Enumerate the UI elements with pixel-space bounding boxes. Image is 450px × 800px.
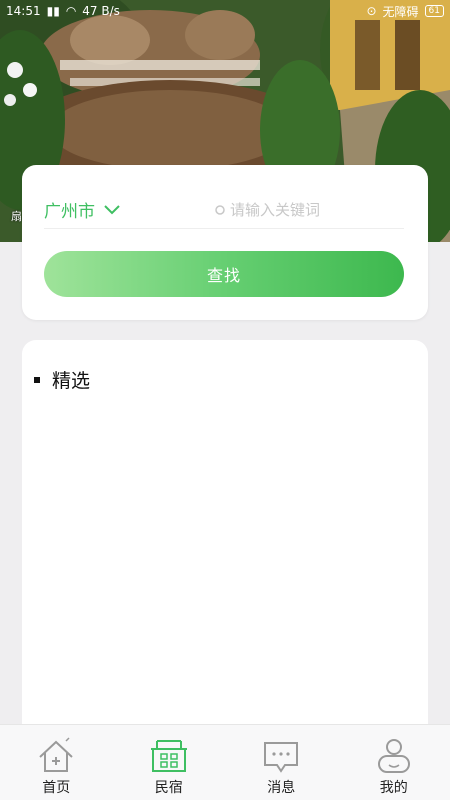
bullet-icon [34, 376, 40, 383]
tab-profile[interactable]: 我的 [338, 725, 450, 797]
status-right-text: 无障碍 [382, 4, 419, 19]
signal-icon: ▮▮ [46, 4, 60, 18]
city-label: 广州市 [44, 202, 95, 222]
city-selector[interactable]: 广州市 [44, 197, 214, 222]
battery-level: 61 [428, 6, 440, 16]
search-button[interactable]: 查找 [44, 251, 404, 297]
status-bar: 14:51 ▮▮ ◠ 47 B/s ⊙ 无障碍 61 [0, 0, 450, 22]
chevron-down-icon [104, 204, 120, 214]
status-right: ⊙ 无障碍 61 [366, 3, 444, 20]
building-icon [150, 740, 187, 772]
message-icon [264, 742, 299, 773]
home-icon [39, 737, 73, 772]
tab-messages-label: 消息 [267, 780, 296, 796]
tab-homestay-label: 民宿 [154, 780, 183, 796]
tab-profile-label: 我的 [379, 780, 408, 796]
search-field[interactable] [214, 200, 380, 219]
network-speed: 47 B/s [82, 4, 120, 18]
tab-home-label: 首页 [42, 780, 71, 796]
wifi-icon: ◠ [65, 4, 77, 18]
user-icon [377, 739, 410, 773]
tab-home[interactable]: 首页 [0, 725, 112, 797]
status-left: 14:51 ▮▮ ◠ 47 B/s [6, 4, 120, 18]
tab-messages[interactable]: 消息 [225, 725, 337, 797]
featured-title: 精选 [52, 370, 91, 392]
featured-header: 精选 [34, 366, 90, 393]
tab-bar: 首页 民宿 消息 我的 [0, 724, 450, 800]
featured-section: 精选 [22, 340, 428, 740]
tab-homestay[interactable]: 民宿 [113, 725, 225, 797]
search-card: 广州市 查找 [22, 165, 428, 320]
search-row: 广州市 [44, 191, 404, 229]
battery-icon: 61 [424, 5, 444, 17]
search-icon [215, 204, 225, 215]
banner-caption: 扇 [11, 210, 22, 223]
accessibility-icon: ⊙ [366, 4, 377, 18]
search-input[interactable] [230, 200, 380, 219]
status-time: 14:51 [6, 4, 41, 18]
